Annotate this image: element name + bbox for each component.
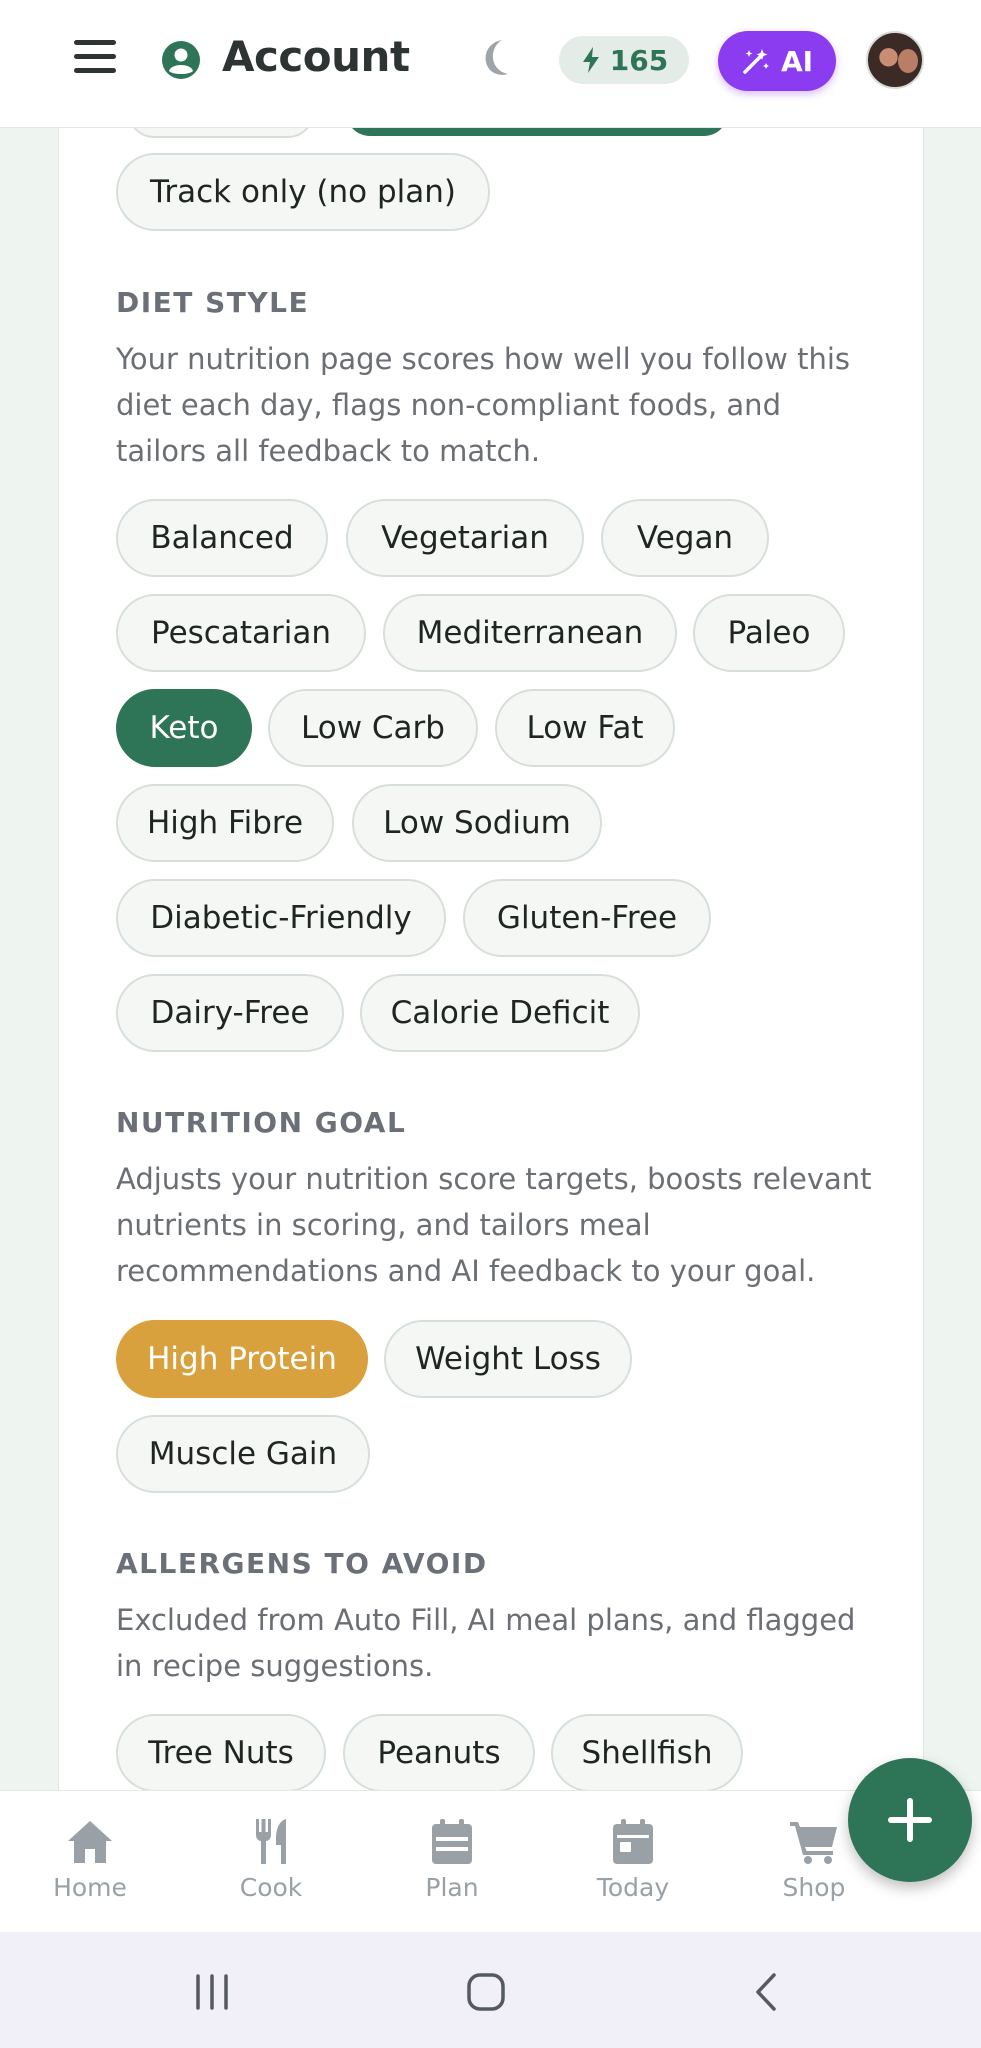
home-icon bbox=[68, 1821, 112, 1863]
nav-plan-label: Plan bbox=[425, 1873, 479, 1902]
diet-chip-gluten-free[interactable]: Gluten-Free bbox=[463, 879, 711, 957]
nutrition-goal-description: Adjusts your nutrition score targets, bo… bbox=[116, 1162, 872, 1288]
diet-chip-low-sodium[interactable]: Low Sodium bbox=[352, 784, 602, 862]
nav-home[interactable]: Home bbox=[30, 1817, 150, 1902]
top-app-bar: Account 165 AI bbox=[0, 0, 981, 128]
moon-icon[interactable] bbox=[476, 36, 516, 80]
nav-cook[interactable]: Cook bbox=[211, 1817, 331, 1902]
system-navigation-bar bbox=[0, 1932, 981, 2048]
diet-chip-keto[interactable]: Keto bbox=[116, 689, 252, 767]
diet-chip-vegetarian[interactable]: Vegetarian bbox=[346, 499, 584, 577]
menu-icon[interactable] bbox=[74, 40, 116, 76]
calendar-day-icon bbox=[613, 1819, 653, 1864]
allergens-heading: ALLERGENS TO AVOID bbox=[116, 1547, 488, 1580]
page-title: Account bbox=[222, 32, 410, 81]
nav-home-label: Home bbox=[53, 1873, 127, 1902]
diet-chip-balanced[interactable]: Balanced bbox=[116, 499, 328, 577]
nav-plan[interactable]: Plan bbox=[392, 1817, 512, 1902]
nav-today-label: Today bbox=[596, 1873, 670, 1902]
diet-chip-pescatarian[interactable]: Pescatarian bbox=[116, 594, 366, 672]
diet-chip-low-fat[interactable]: Low Fat bbox=[495, 689, 675, 767]
magic-wand-icon bbox=[743, 49, 769, 74]
utensils-icon bbox=[256, 1819, 286, 1864]
ai-button[interactable]: AI bbox=[718, 31, 836, 91]
nutrition-goal-heading: NUTRITION GOAL bbox=[116, 1106, 407, 1139]
track-only-chip[interactable]: Track only (no plan) bbox=[116, 153, 490, 231]
diet-chip-dairy-free[interactable]: Dairy-Free bbox=[116, 974, 344, 1052]
diet-chip-vegan[interactable]: Vegan bbox=[601, 499, 769, 577]
recent-apps-icon[interactable] bbox=[192, 1972, 232, 2012]
add-button[interactable] bbox=[848, 1758, 972, 1882]
nav-shop-label: Shop bbox=[782, 1873, 846, 1902]
ai-label: AI bbox=[780, 44, 814, 78]
calendar-icon bbox=[432, 1819, 472, 1864]
plus-icon bbox=[888, 1798, 932, 1842]
diet-style-description: Your nutrition page scores how well you … bbox=[116, 342, 851, 468]
diet-chip-low-carb[interactable]: Low Carb bbox=[268, 689, 478, 767]
energy-badge[interactable]: 165 bbox=[559, 36, 689, 84]
avatar[interactable] bbox=[866, 31, 924, 89]
account-icon bbox=[162, 41, 200, 79]
goal-chip-high-protein[interactable]: High Protein bbox=[116, 1320, 368, 1398]
energy-count: 165 bbox=[609, 43, 669, 77]
diet-chip-diabetic-friendly[interactable]: Diabetic-Friendly bbox=[116, 879, 446, 957]
diet-chip-high-fibre[interactable]: High Fibre bbox=[116, 784, 334, 862]
allergen-chip-peanuts[interactable]: Peanuts bbox=[343, 1714, 535, 1792]
diet-chip-calorie-deficit[interactable]: Calorie Deficit bbox=[360, 974, 640, 1052]
allergen-chip-tree-nuts[interactable]: Tree Nuts bbox=[116, 1714, 326, 1792]
goal-chip-weight-loss[interactable]: Weight Loss bbox=[384, 1320, 632, 1398]
home-system-icon[interactable] bbox=[466, 1972, 506, 2012]
allergen-chip-shellfish[interactable]: Shellfish bbox=[551, 1714, 743, 1792]
cart-icon bbox=[790, 1822, 837, 1864]
back-icon[interactable] bbox=[746, 1972, 786, 2012]
diet-style-heading: DIET STYLE bbox=[116, 286, 310, 319]
diet-chip-paleo[interactable]: Paleo bbox=[693, 594, 845, 672]
bottom-navigation: Home Cook Plan Today Shop bbox=[0, 1790, 981, 1932]
lightning-icon bbox=[582, 47, 599, 73]
allergens-description: Excluded from Auto Fill, AI meal plans, … bbox=[116, 1603, 856, 1683]
nav-today[interactable]: Today bbox=[573, 1817, 693, 1902]
nav-cook-label: Cook bbox=[239, 1873, 303, 1902]
diet-chip-mediterranean[interactable]: Mediterranean bbox=[383, 594, 677, 672]
goal-chip-muscle-gain[interactable]: Muscle Gain bbox=[116, 1415, 370, 1493]
